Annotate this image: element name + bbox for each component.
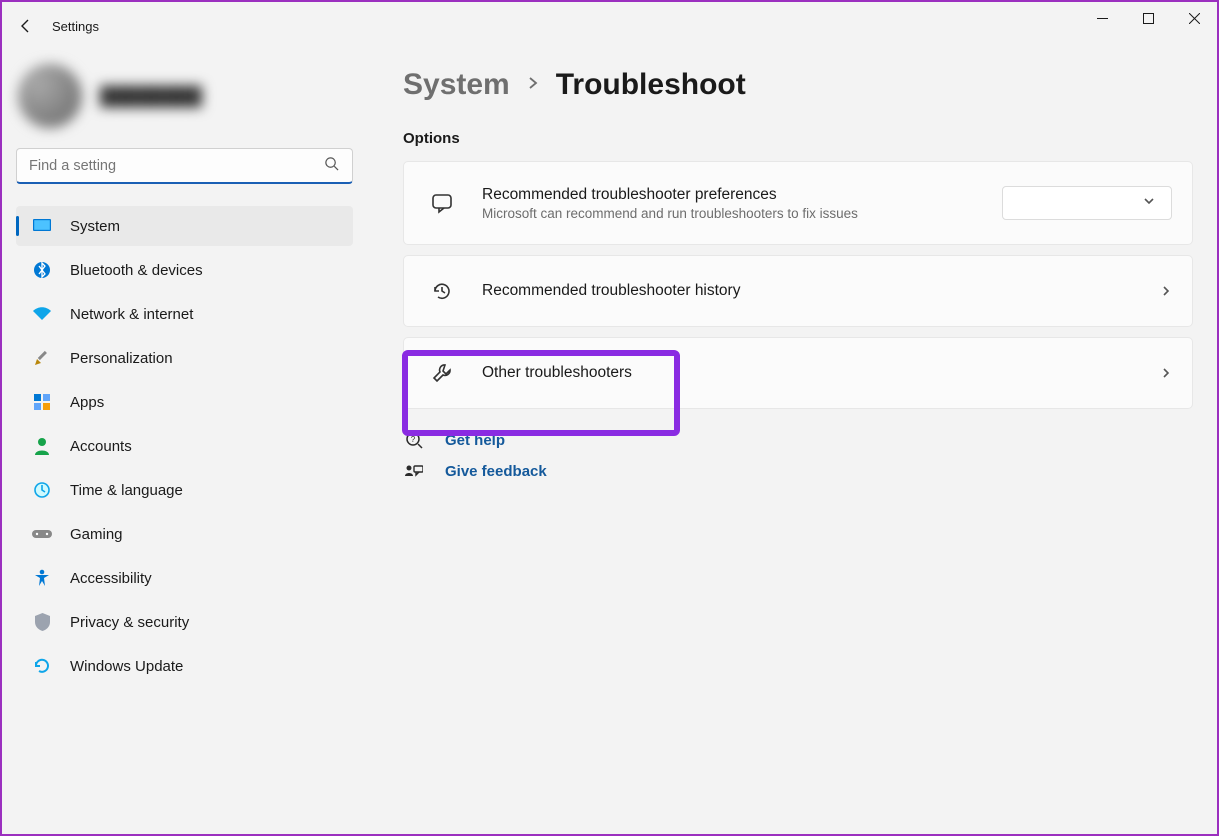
- window-controls: [1079, 2, 1217, 34]
- apps-icon: [32, 392, 52, 412]
- card-other-troubleshooters[interactable]: Other troubleshooters: [403, 337, 1193, 409]
- sidebar-item-label: Bluetooth & devices: [70, 262, 203, 279]
- footer-links: ? Get help Give feedback: [403, 431, 1193, 480]
- sidebar-item-accounts[interactable]: Accounts: [16, 426, 353, 466]
- sidebar-item-windows-update[interactable]: Windows Update: [16, 646, 353, 686]
- card-troubleshooter-history[interactable]: Recommended troubleshooter history: [403, 255, 1193, 327]
- card-subtitle: Microsoft can recommend and run troubles…: [482, 206, 976, 221]
- arrow-left-icon: [18, 18, 34, 34]
- sidebar-item-label: Personalization: [70, 350, 173, 367]
- sidebar-item-time-language[interactable]: Time & language: [16, 470, 353, 510]
- chevron-right-icon: [526, 76, 540, 95]
- sidebar-item-label: System: [70, 218, 120, 235]
- sidebar-item-gaming[interactable]: Gaming: [16, 514, 353, 554]
- main-content: System Troubleshoot Options Recommended …: [367, 50, 1217, 834]
- give-feedback-link[interactable]: Give feedback: [403, 463, 1193, 480]
- card-recommended-preferences[interactable]: Recommended troubleshooter preferences M…: [403, 161, 1193, 245]
- nav-list: System Bluetooth & devices Network & int…: [16, 206, 353, 686]
- card-action: [1002, 186, 1172, 220]
- card-title: Recommended troubleshooter history: [482, 282, 1134, 300]
- person-icon: [32, 436, 52, 456]
- speech-bubble-icon: [428, 192, 456, 214]
- wifi-icon: [32, 304, 52, 324]
- breadcrumb-parent[interactable]: System: [403, 68, 510, 102]
- sidebar-item-bluetooth[interactable]: Bluetooth & devices: [16, 250, 353, 290]
- sidebar-item-label: Windows Update: [70, 658, 183, 675]
- card-body: Recommended troubleshooter preferences M…: [482, 186, 976, 221]
- display-icon: [32, 216, 52, 236]
- sidebar-item-accessibility[interactable]: Accessibility: [16, 558, 353, 598]
- history-icon: [428, 280, 456, 302]
- chevron-right-icon: [1160, 285, 1172, 297]
- minimize-icon: [1097, 13, 1108, 24]
- sidebar-item-label: Accounts: [70, 438, 132, 455]
- profile-name: ████████: [100, 86, 202, 107]
- close-icon: [1189, 13, 1200, 24]
- sidebar-item-label: Apps: [70, 394, 104, 411]
- breadcrumb: System Troubleshoot: [403, 68, 1193, 102]
- bluetooth-icon: [32, 260, 52, 280]
- sidebar-item-privacy[interactable]: Privacy & security: [16, 602, 353, 642]
- card-title: Recommended troubleshooter preferences: [482, 186, 976, 204]
- svg-text:?: ?: [411, 435, 416, 444]
- search-wrap: [16, 148, 353, 184]
- sidebar-item-label: Accessibility: [70, 570, 152, 587]
- chevron-right-icon: [1160, 367, 1172, 379]
- titlebar: Settings: [2, 2, 1217, 50]
- settings-window: Settings ████████: [0, 0, 1219, 836]
- card-body: Recommended troubleshooter history: [482, 282, 1134, 300]
- sidebar-item-system[interactable]: System: [16, 206, 353, 246]
- search-input[interactable]: [16, 148, 353, 184]
- maximize-button[interactable]: [1125, 2, 1171, 34]
- sidebar-item-label: Privacy & security: [70, 614, 189, 631]
- chevron-down-icon: [1143, 194, 1155, 212]
- card-title: Other troubleshooters: [482, 364, 1134, 382]
- shield-icon: [32, 612, 52, 632]
- sidebar-item-personalization[interactable]: Personalization: [16, 338, 353, 378]
- minimize-button[interactable]: [1079, 2, 1125, 34]
- sidebar-item-label: Network & internet: [70, 306, 193, 323]
- accessibility-icon: [32, 568, 52, 588]
- help-icon: ?: [403, 431, 425, 449]
- back-button[interactable]: [2, 2, 50, 50]
- sidebar: ████████ System Bluetooth & devices: [2, 50, 367, 834]
- clock-globe-icon: [32, 480, 52, 500]
- avatar: [18, 64, 82, 128]
- maximize-icon: [1143, 13, 1154, 24]
- wrench-icon: [428, 362, 456, 384]
- breadcrumb-current: Troubleshoot: [556, 68, 746, 102]
- app-title: Settings: [52, 19, 99, 34]
- sidebar-item-label: Time & language: [70, 482, 183, 499]
- get-help-link[interactable]: ? Get help: [403, 431, 1193, 449]
- paintbrush-icon: [32, 348, 52, 368]
- feedback-icon: [403, 464, 425, 480]
- update-icon: [32, 656, 52, 676]
- section-label: Options: [403, 130, 1193, 147]
- link-text: Get help: [445, 432, 505, 449]
- sidebar-item-apps[interactable]: Apps: [16, 382, 353, 422]
- sidebar-item-label: Gaming: [70, 526, 123, 543]
- preferences-dropdown[interactable]: [1002, 186, 1172, 220]
- profile-block[interactable]: ████████: [16, 58, 353, 148]
- gamepad-icon: [32, 524, 52, 544]
- sidebar-item-network[interactable]: Network & internet: [16, 294, 353, 334]
- search-icon: [324, 156, 339, 176]
- link-text: Give feedback: [445, 463, 547, 480]
- close-button[interactable]: [1171, 2, 1217, 34]
- card-body: Other troubleshooters: [482, 364, 1134, 382]
